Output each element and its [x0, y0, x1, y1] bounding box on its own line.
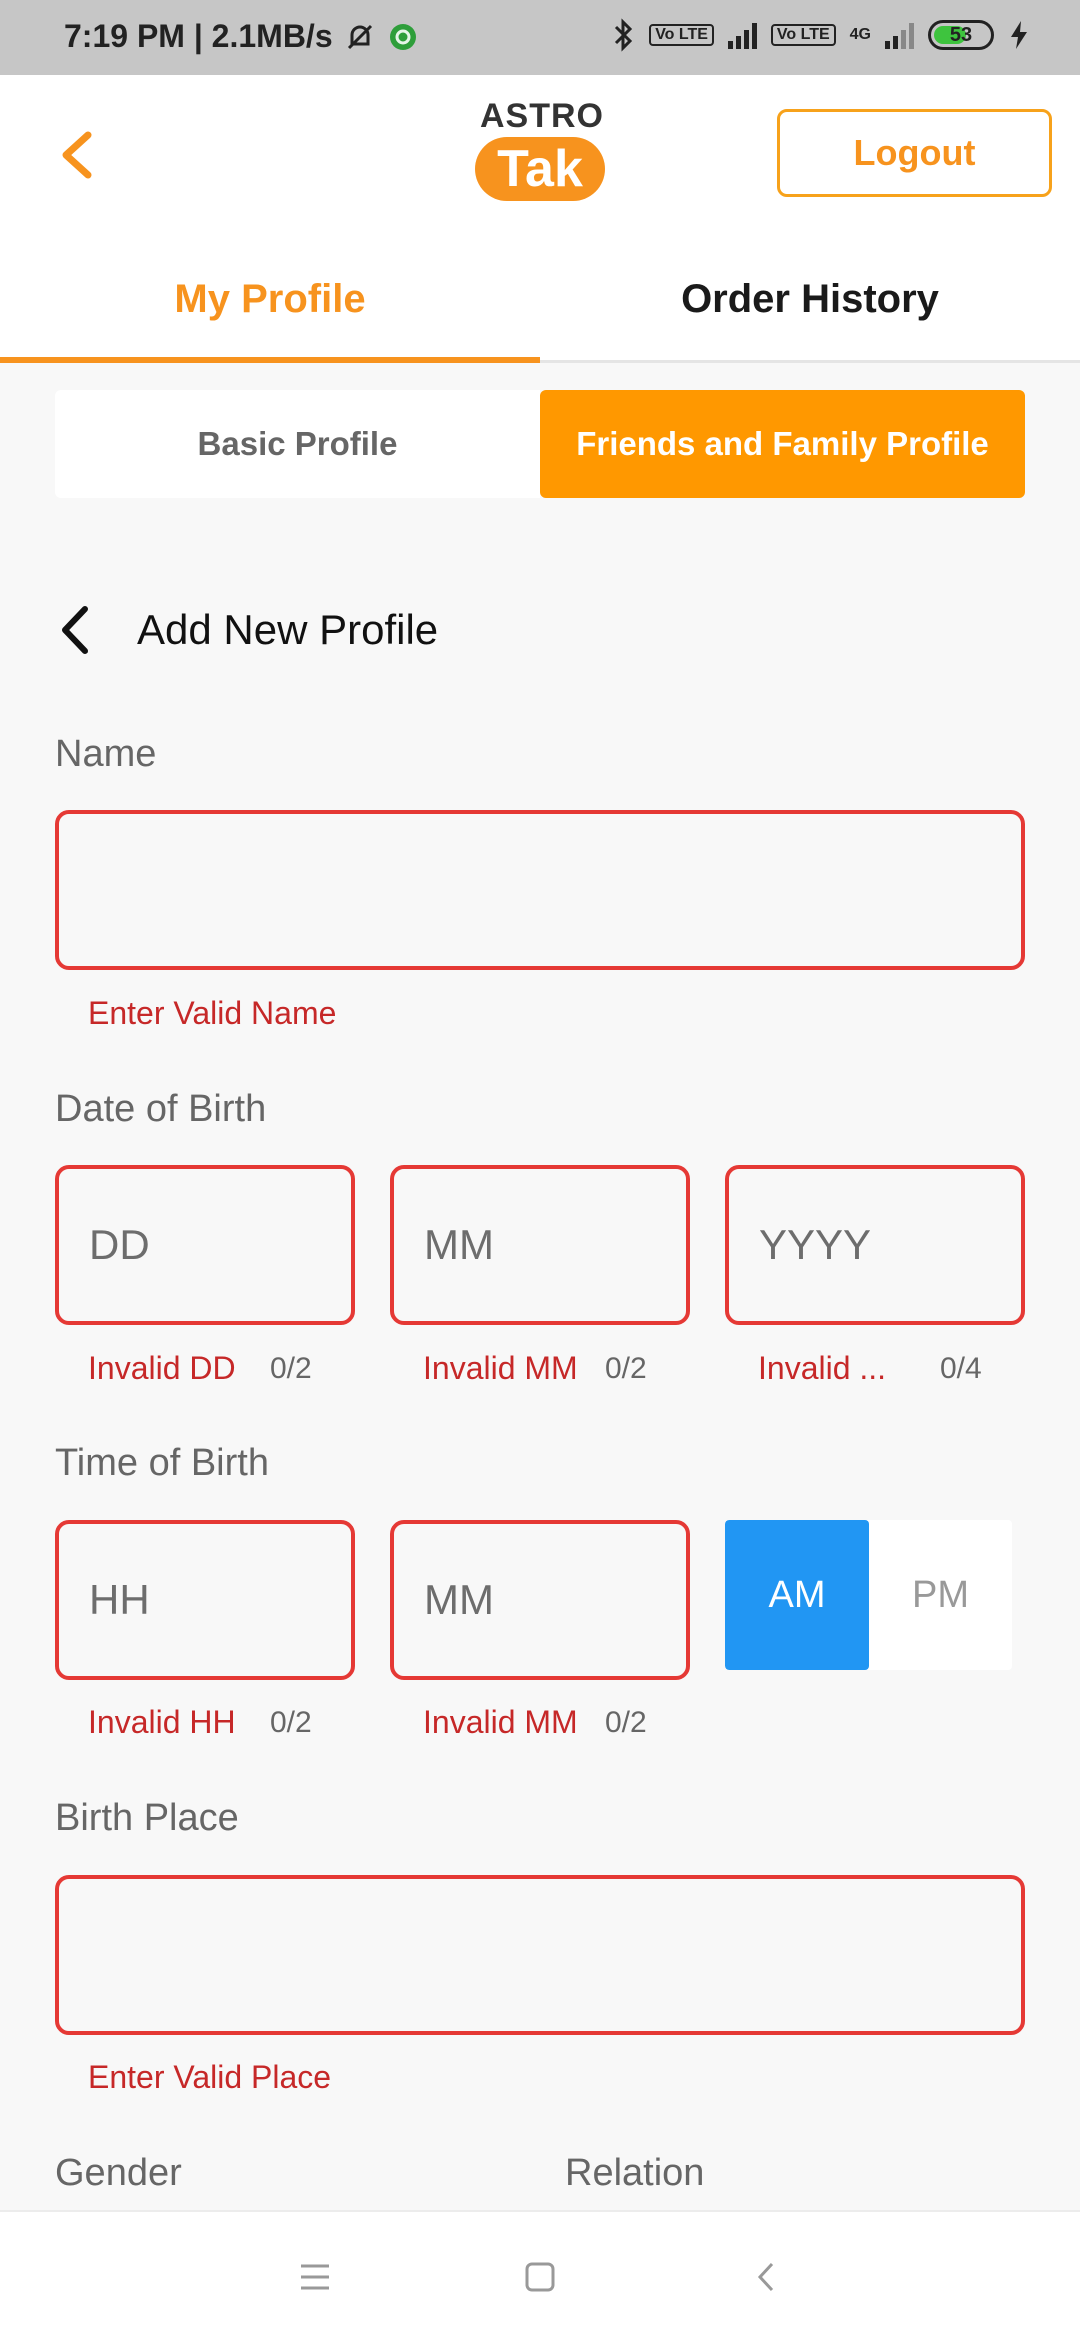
basic-profile-button[interactable]: Basic Profile [55, 390, 540, 498]
tab-order-history[interactable]: Order History [540, 235, 1080, 363]
tab-my-profile[interactable]: My Profile [0, 235, 540, 363]
signal-icon-1 [727, 21, 757, 49]
relation-label: Relation [565, 2152, 705, 2194]
dob-year-input[interactable]: YYYY [725, 1165, 1025, 1325]
dob-month-counter: 0/2 [605, 1352, 647, 1385]
profile-tabs: My Profile Order History [0, 235, 1080, 363]
tob-minute-counter: 0/2 [605, 1706, 647, 1739]
birth-place-input[interactable] [55, 1875, 1025, 2035]
dob-year-error: Invalid ... [758, 1350, 887, 1386]
profile-type-toggle: Basic Profile Friends and Family Profile [55, 390, 1025, 498]
tob-minute-input[interactable]: MM [390, 1520, 690, 1680]
tob-hour-counter: 0/2 [270, 1706, 312, 1739]
add-new-profile-header: Add New Profile [55, 595, 438, 665]
battery-level: 53 [949, 23, 973, 46]
tob-hour-error: Invalid HH [88, 1704, 236, 1740]
menu-icon[interactable] [285, 2252, 345, 2302]
dob-month-input[interactable]: MM [390, 1165, 690, 1325]
astrotak-logo: ASTRO Tak [470, 97, 610, 207]
pm-button[interactable]: PM [869, 1520, 1012, 1670]
back-arrow-icon[interactable] [52, 125, 102, 185]
back-chevron-icon[interactable] [55, 603, 95, 657]
birth-place-error: Enter Valid Place [88, 2059, 332, 2095]
dob-day-error: Invalid DD [88, 1350, 236, 1386]
active-tab-indicator [0, 357, 540, 363]
name-input[interactable] [55, 810, 1025, 970]
tob-label: Time of Birth [55, 1442, 269, 1484]
volte-badge-1: Vo LTE [649, 24, 714, 46]
battery-icon: 53 [928, 20, 994, 50]
charging-icon [1011, 21, 1027, 49]
status-bar: 7:19 PM | 2.1MB/s Vo LTE Vo LTE 4G 53 [0, 0, 1080, 75]
app-header: ASTRO Tak Logout [0, 75, 1080, 235]
system-nav-bar [0, 2210, 1080, 2340]
page: 7:19 PM | 2.1MB/s Vo LTE Vo LTE 4G 53 AS… [0, 0, 1080, 2340]
network-type: 4G [849, 26, 871, 43]
dob-day-input[interactable]: DD [55, 1165, 355, 1325]
am-button[interactable]: AM [725, 1520, 869, 1670]
name-error: Enter Valid Name [88, 995, 337, 1031]
status-time-speed: 7:19 PM | 2.1MB/s [64, 18, 333, 54]
app-notification-icon [389, 23, 416, 50]
gender-label: Gender [55, 2152, 182, 2194]
am-pm-toggle: AM PM [725, 1520, 1012, 1670]
home-icon[interactable] [510, 2252, 570, 2302]
back-nav-icon[interactable] [738, 2252, 798, 2302]
mute-alarm-icon [347, 24, 372, 49]
tob-minute-error: Invalid MM [423, 1704, 578, 1740]
dob-label: Date of Birth [55, 1088, 267, 1130]
tob-hour-input[interactable]: HH [55, 1520, 355, 1680]
friends-family-profile-button[interactable]: Friends and Family Profile [540, 390, 1025, 498]
dob-month-error: Invalid MM [423, 1350, 578, 1386]
birth-place-label: Birth Place [55, 1797, 239, 1839]
signal-icon-2 [885, 21, 914, 49]
page-title: Add New Profile [137, 606, 439, 653]
logout-button[interactable]: Logout [777, 109, 1052, 197]
name-label: Name [55, 733, 157, 775]
dob-year-counter: 0/4 [940, 1352, 982, 1385]
volte-badge-2: Vo LTE [770, 24, 836, 46]
dob-day-counter: 0/2 [270, 1352, 312, 1385]
bluetooth-icon [615, 18, 633, 52]
